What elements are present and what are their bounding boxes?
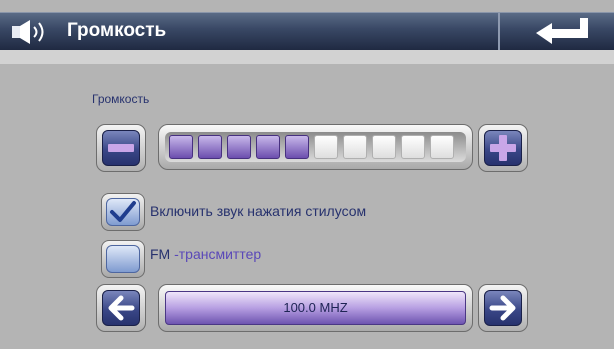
volume-segment[interactable]	[343, 135, 367, 159]
fm-label-prefix: FM	[150, 246, 171, 262]
volume-segment[interactable]	[401, 135, 425, 159]
header-strip	[0, 50, 614, 64]
volume-segment[interactable]	[430, 135, 454, 159]
frequency-next-face	[484, 290, 522, 326]
checkmark-icon	[110, 201, 136, 222]
title-bar: Громкость	[0, 12, 614, 51]
volume-segment[interactable]	[285, 135, 309, 159]
volume-label: Громкость	[92, 92, 150, 106]
volume-increase-button[interactable]	[478, 124, 528, 172]
frequency-display: 100.0 MHZ	[158, 284, 473, 332]
fm-label-suffix: -трансмиттер	[174, 246, 262, 262]
fm-transmitter-checkbox[interactable]	[101, 240, 145, 278]
frequency-value: 100.0 MHZ	[165, 291, 466, 325]
fm-transmitter-checkbox-face	[106, 245, 140, 273]
volume-segment[interactable]	[314, 135, 338, 159]
volume-slider[interactable]	[158, 124, 473, 170]
stylus-sound-checkbox-face	[106, 198, 140, 226]
volume-segment[interactable]	[372, 135, 396, 159]
plus-icon	[490, 135, 516, 161]
page-title: Громкость	[67, 20, 167, 41]
frequency-prev-button[interactable]	[96, 284, 146, 332]
volume-segment[interactable]	[227, 135, 251, 159]
volume-decrease-face	[102, 130, 140, 166]
frequency-next-button[interactable]	[478, 284, 528, 332]
volume-increase-face	[484, 130, 522, 166]
arrow-left-icon	[108, 295, 135, 321]
frequency-prev-face	[102, 290, 140, 326]
volume-segment[interactable]	[169, 135, 193, 159]
stylus-sound-label: Включить звук нажатия стилусом	[150, 203, 367, 219]
volume-settings-window: Громкость Громкость Включить звук нажати…	[0, 0, 616, 349]
minus-icon	[108, 144, 134, 152]
arrow-right-icon	[489, 295, 516, 321]
stylus-sound-checkbox[interactable]	[101, 193, 145, 231]
back-button[interactable]	[500, 13, 614, 51]
fm-transmitter-label: FM -трансмиттер	[150, 246, 261, 262]
enter-return-arrow-icon	[536, 18, 588, 44]
volume-segment[interactable]	[256, 135, 280, 159]
volume-segment[interactable]	[198, 135, 222, 159]
speaker-icon	[10, 19, 60, 45]
volume-decrease-button[interactable]	[96, 124, 146, 172]
volume-segments	[165, 132, 466, 162]
